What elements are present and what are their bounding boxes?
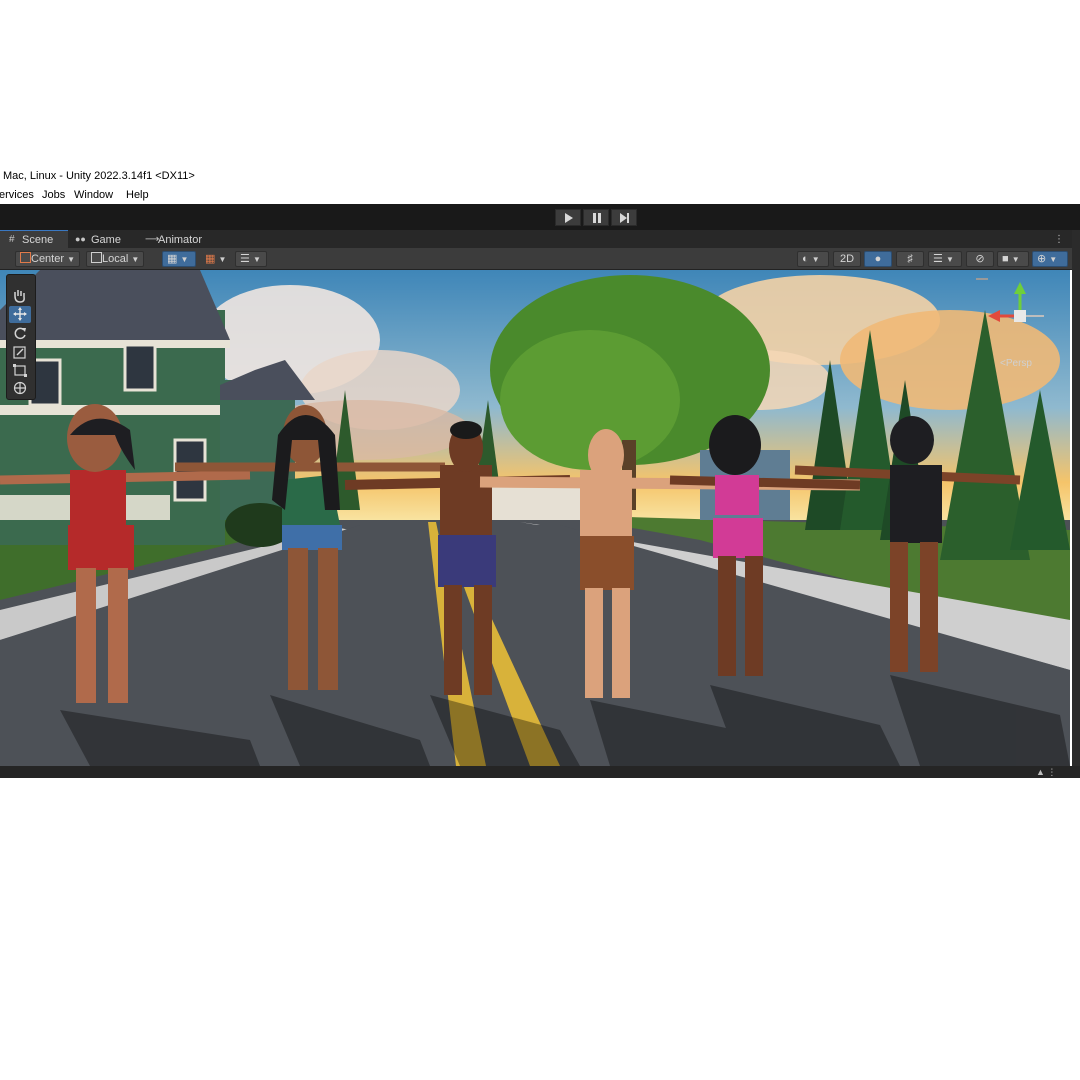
panel-edge (1072, 230, 1080, 778)
snap-increment-button[interactable]: ▦ ▼ (200, 251, 232, 267)
gizmos-dropdown[interactable]: ⊕ ▼ (1032, 251, 1068, 267)
pivot-dropdown[interactable]: Center ▼ (15, 251, 80, 267)
pause-button[interactable] (583, 209, 609, 226)
rect-tool-button[interactable] (9, 362, 31, 379)
move-tool-button[interactable] (9, 306, 31, 323)
rect-transform-icon (13, 364, 27, 377)
rotate-icon (14, 327, 26, 340)
gizmo-handle-icon[interactable] (976, 278, 988, 280)
transform-icon (13, 381, 27, 395)
tab-game[interactable]: Game (91, 234, 121, 246)
chevron-down-icon: ▼ (1049, 255, 1058, 264)
chevron-down-icon: ▼ (218, 255, 227, 264)
gizmo-globe-icon: ⊕ (1037, 253, 1047, 265)
chevron-down-icon: ▼ (945, 255, 954, 264)
ruler-icon: ☰ (240, 253, 250, 265)
menu-bar (0, 186, 1080, 204)
lighting-toggle[interactable]: ● (864, 251, 892, 267)
space-dropdown[interactable]: Local ▼ (86, 251, 144, 267)
camera-icon: ■ (1002, 253, 1009, 265)
rotate-tool-button[interactable] (9, 325, 31, 342)
step-button[interactable] (611, 209, 637, 226)
play-icon (565, 213, 573, 223)
hand-tool-button[interactable] (9, 288, 31, 305)
chevron-down-icon: ▼ (180, 255, 189, 264)
draw-mode-dropdown[interactable]: ◐ ▼ (797, 251, 829, 267)
distant-house (490, 485, 580, 520)
menu-item-window[interactable]: Window (74, 189, 113, 201)
grid-snap-button[interactable]: ▦ ▼ (162, 251, 196, 267)
gamepad-icon: ●● (75, 234, 86, 244)
chevron-down-icon: ▼ (1011, 255, 1020, 264)
mode-2d-toggle[interactable]: 2D (833, 251, 861, 267)
space-label: Local (102, 253, 129, 265)
tab-animator[interactable]: Animator (158, 234, 202, 246)
scale-tool-button[interactable] (9, 344, 31, 361)
effects-dropdown[interactable]: ☰ ▼ (928, 251, 962, 267)
pivot-label: Center (31, 253, 65, 265)
chevron-down-icon: ▼ (811, 255, 820, 264)
chevron-down-icon: ▼ (252, 255, 261, 264)
window-title: Mac, Linux - Unity 2022.3.14f1 <DX11> (3, 170, 195, 182)
chevron-down-icon: ▼ (67, 255, 76, 264)
main-toolbar (0, 204, 1080, 230)
gizmo-projection-label[interactable]: <Persp (1000, 358, 1032, 369)
shading-icon: ◐ (802, 253, 809, 265)
increment-snap-button[interactable]: ☰ ▼ (235, 251, 267, 267)
visibility-toggle[interactable]: ⊘ (966, 251, 994, 267)
audio-toggle[interactable]: ♯ (896, 251, 924, 267)
more-options-icon[interactable]: ⋮ (1054, 234, 1064, 245)
lock-icon[interactable]: ▲ ⋮ (1036, 767, 1056, 778)
speaker-icon: ♯ (907, 253, 913, 265)
menu-item-services[interactable]: ervices (0, 189, 34, 201)
scene-viewport[interactable]: <Persp (0, 270, 1070, 766)
pivot-icon (20, 252, 31, 263)
step-icon (620, 213, 629, 223)
move-arrows-icon (13, 307, 27, 321)
menu-item-jobs[interactable]: Jobs (42, 189, 65, 201)
play-button[interactable] (555, 209, 581, 226)
status-bar (0, 766, 1080, 778)
transform-tool-button[interactable] (9, 380, 31, 397)
layers-icon: ☰ (933, 253, 943, 265)
snap-icon: ▦ (205, 253, 216, 265)
tab-scene-label: Scene (22, 234, 54, 246)
scene-render: <Persp (0, 270, 1070, 766)
lightbulb-icon: ● (874, 253, 882, 265)
pause-icon (593, 213, 601, 223)
chevron-down-icon: ▼ (131, 255, 140, 264)
grid-icon: # (9, 234, 15, 245)
scale-icon (13, 346, 26, 359)
menu-item-help[interactable]: Help (126, 189, 149, 201)
cube-icon (91, 252, 102, 263)
camera-dropdown[interactable]: ■ ▼ (997, 251, 1029, 267)
hand-icon (14, 290, 25, 303)
eye-slash-icon: ⊘ (975, 253, 985, 265)
grid-snap-icon: ▦ (167, 253, 178, 265)
